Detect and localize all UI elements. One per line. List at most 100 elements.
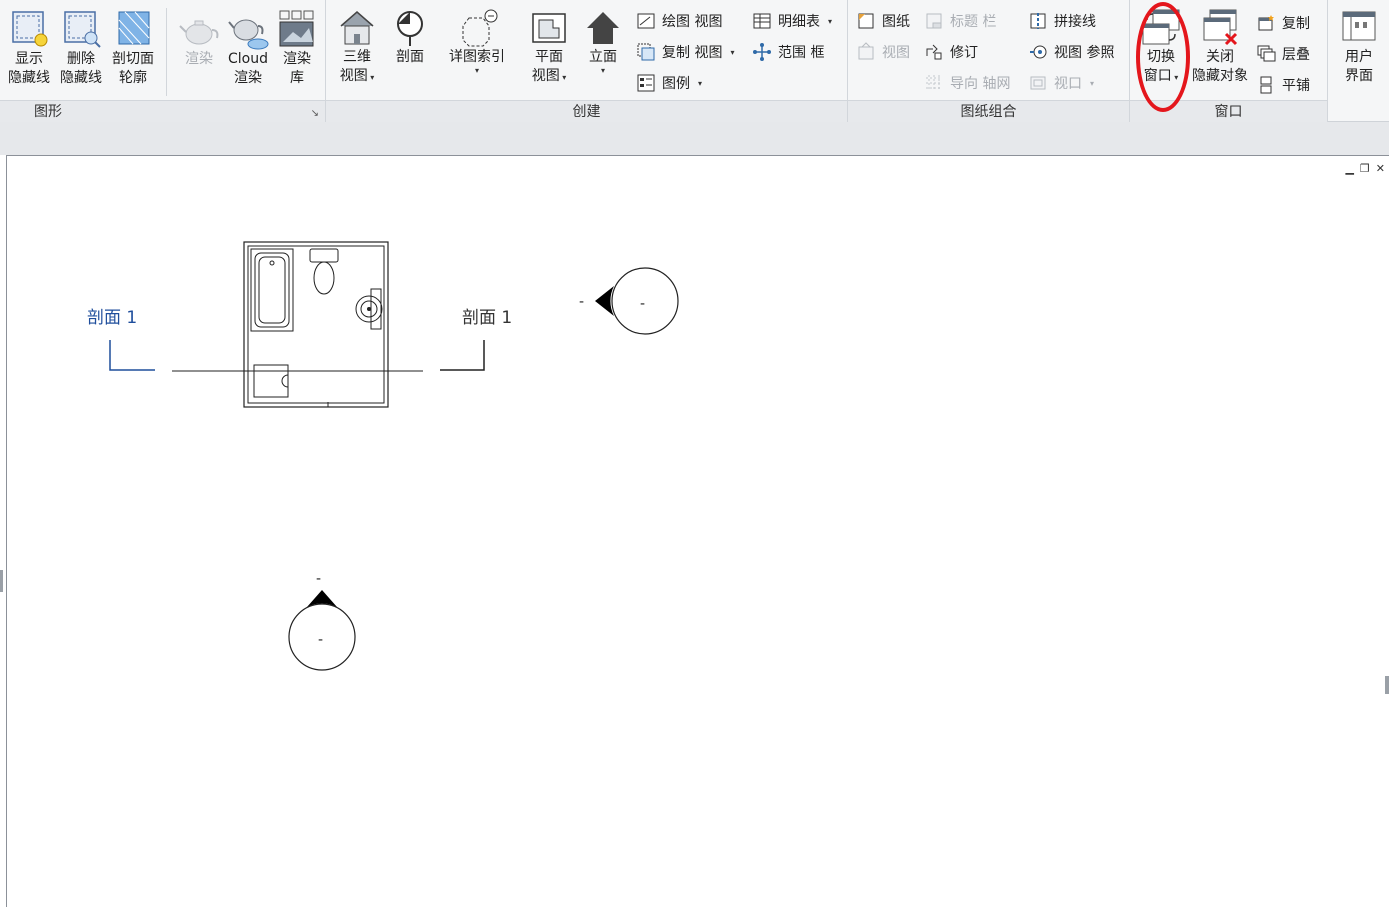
show-hidden-lines-button[interactable]: 显示 隐藏线 — [6, 8, 52, 88]
close-hidden-objects-button[interactable]: 关闭 隐藏对象 — [1188, 6, 1252, 86]
remove-hidden-lines-icon — [59, 8, 103, 50]
dialog-launcher-icon[interactable]: ↘ — [311, 108, 319, 119]
plan-views-button[interactable]: 平面 视图 ▾ — [524, 6, 574, 86]
section-marker-left[interactable]: 剖面 1 — [87, 308, 155, 371]
elevation-center-text: - — [318, 632, 323, 648]
chevron-down-icon: ▾ — [1090, 78, 1095, 88]
duplicate-view-button[interactable]: 复制 视图 ▾ — [636, 39, 734, 65]
scope-box-label: 范围 框 — [778, 45, 825, 61]
show-hidden-lines-icon — [7, 8, 51, 50]
render-gallery-label-1: 渲染 — [283, 51, 311, 67]
switch-windows-button[interactable]: 切换 窗口 ▾ — [1138, 6, 1184, 86]
chevron-down-icon: ▾ — [367, 73, 375, 82]
elevation-top-text: - — [316, 571, 321, 587]
ribbon-view-gap — [0, 122, 1389, 155]
left-edge-handle[interactable] — [0, 570, 3, 592]
panel-sheet-composition: 图纸 视图 标题 栏 修订 导向 轴网 拼接线 视图 参照 视口 ▾ 图纸组合 — [848, 0, 1130, 122]
elevation-marker-bottom[interactable]: - - — [288, 571, 356, 671]
cascade-label: 层叠 — [1282, 47, 1310, 63]
remove-hidden-lines-button[interactable]: 删除 隐藏线 — [58, 8, 104, 88]
tile-windows-button[interactable]: 平铺 — [1256, 72, 1310, 98]
sheet-label: 图纸 — [882, 14, 910, 30]
drafting-view-button[interactable]: 绘图 视图 — [636, 8, 722, 34]
section-head-bracket-left — [109, 340, 155, 371]
callout-button[interactable]: 详图索引 ▾ — [444, 6, 510, 75]
render-gallery-button[interactable]: 渲染 库 — [274, 8, 320, 88]
section-button[interactable]: 剖面 — [388, 6, 432, 67]
legend-label: 图例 — [662, 76, 690, 92]
section-marker-right[interactable]: 剖面 1 — [440, 308, 512, 371]
cloud-render-label-1: Cloud — [228, 51, 268, 67]
place-view-button[interactable]: 视图 — [856, 39, 910, 65]
elevation-marker-right[interactable]: - - — [579, 267, 679, 335]
revisions-button[interactable]: 修订 — [924, 39, 978, 65]
callout-icon — [455, 6, 499, 48]
cut-profile-label-2: 轮廓 — [119, 70, 147, 86]
schedules-label: 明细表 — [778, 14, 820, 30]
switch-windows-label-2-text: 窗口 — [1143, 68, 1172, 84]
drafting-view-icon — [636, 11, 656, 31]
cut-profile-label-1: 剖切面 — [112, 51, 154, 67]
title-block-icon — [924, 11, 944, 31]
panel-user-interface: 用户 界面 — [1328, 0, 1389, 122]
cut-profile-button[interactable]: 剖切面 轮廓 — [108, 8, 158, 88]
panel-label-create: 创建 — [326, 100, 847, 122]
chevron-down-icon: ▾ — [600, 66, 605, 75]
replicate-window-button[interactable]: 复制 — [1256, 10, 1310, 36]
user-interface-button[interactable]: 用户 界面 — [1334, 6, 1384, 86]
viewports-button[interactable]: 视口 ▾ — [1028, 70, 1094, 96]
render-button[interactable]: 渲染 — [176, 8, 222, 69]
guide-grid-label: 导向 轴网 — [950, 76, 1011, 92]
revisions-icon — [924, 42, 944, 62]
drawing-view-window[interactable]: ▁ ❐ ✕ 剖面 1 剖面 1 - - - - — [6, 155, 1389, 907]
sink[interactable] — [355, 288, 383, 330]
view-reference-button[interactable]: 视图 参照 — [1028, 39, 1114, 65]
cloud-render-button[interactable]: Cloud 渲染 — [224, 8, 272, 88]
bathtub[interactable] — [250, 248, 294, 332]
bathroom-floor-plan[interactable] — [243, 241, 389, 408]
close-hidden-windows-icon — [1198, 6, 1242, 48]
3d-view-button[interactable]: 三维 视图 ▾ — [332, 6, 382, 86]
elevation-button[interactable]: 立面 ▾ — [580, 6, 626, 75]
drawing-canvas[interactable]: 剖面 1 剖面 1 - - - - — [7, 156, 1389, 907]
switch-windows-label-1: 切换 — [1147, 49, 1175, 65]
teapot-icon — [177, 8, 221, 50]
plan-views-label-1: 平面 — [535, 49, 563, 65]
chevron-down-icon: ▾ — [1171, 73, 1179, 82]
view-reference-label: 视图 参照 — [1054, 45, 1115, 61]
switch-windows-label-2: 窗口 ▾ — [1144, 67, 1179, 86]
schedules-button[interactable]: 明细表 ▾ — [752, 8, 832, 34]
shower-tray[interactable] — [253, 364, 289, 398]
show-hidden-lines-label-2: 隐藏线 — [8, 70, 50, 86]
chevron-down-icon: ▾ — [828, 16, 833, 26]
matchline-button[interactable]: 拼接线 — [1028, 8, 1096, 34]
title-block-button[interactable]: 标题 栏 — [924, 8, 996, 34]
cascade-windows-button[interactable]: 层叠 — [1256, 41, 1310, 67]
matchline-label: 拼接线 — [1054, 14, 1096, 30]
elevation-icon — [581, 6, 625, 48]
plan-views-label-2-text: 视图 — [531, 68, 560, 84]
user-interface-label-1: 用户 — [1345, 49, 1373, 65]
3d-view-label-1: 三维 — [343, 49, 371, 65]
legend-button[interactable]: 图例 ▾ — [636, 70, 702, 96]
show-hidden-lines-label-1: 显示 — [15, 51, 43, 67]
elevation-center-text: - — [640, 296, 645, 312]
drafting-view-label: 绘图 视图 — [662, 14, 723, 30]
guide-grid-button[interactable]: 导向 轴网 — [924, 70, 1010, 96]
chevron-down-icon: ▾ — [698, 78, 703, 88]
revisions-label: 修订 — [950, 45, 978, 61]
switch-windows-icon — [1139, 6, 1183, 48]
panel-graphics: 显示 隐藏线 删除 隐藏线 剖切面 轮廓 渲染 Cloud 渲染 渲染 库 图形… — [0, 0, 326, 122]
duplicate-view-icon — [636, 42, 656, 62]
title-block-label: 标题 栏 — [950, 14, 997, 30]
elevation-side-text: - — [579, 294, 584, 310]
schedule-icon — [752, 11, 772, 31]
toilet[interactable] — [309, 248, 339, 295]
sheet-button[interactable]: 图纸 — [856, 8, 910, 34]
user-interface-icon — [1337, 6, 1381, 48]
panel-windows: 切换 窗口 ▾ 关闭 隐藏对象 复制 层叠 平铺 窗口 — [1130, 0, 1328, 122]
elevation-label: 立面 — [589, 49, 617, 65]
replicate-window-icon — [1256, 13, 1276, 33]
user-interface-label-2: 界面 — [1345, 68, 1373, 84]
scope-box-button[interactable]: 范围 框 — [752, 39, 824, 65]
